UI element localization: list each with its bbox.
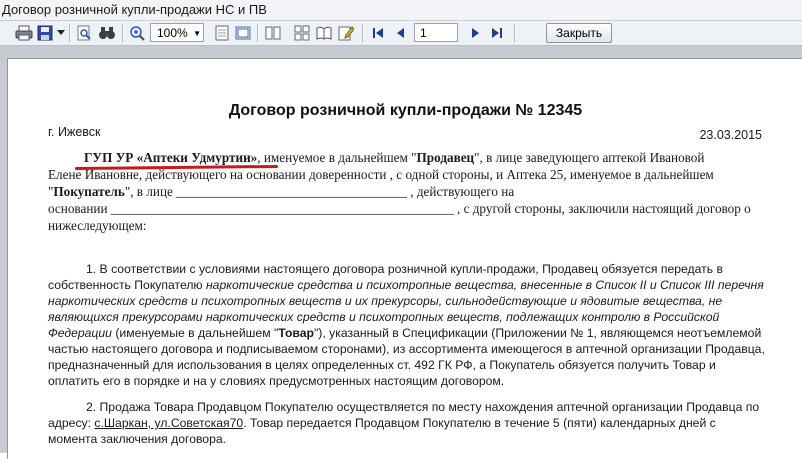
toolbar: 100% ▼ 1 Закрыть — [0, 21, 802, 46]
multi-page-icon[interactable] — [264, 24, 282, 42]
clause-2-line-2: адресу: с.Шаркан, ул.Советская70. Товар … — [48, 416, 716, 430]
find-icon[interactable] — [75, 24, 93, 42]
zoom-value: 100% — [157, 26, 188, 40]
intro-line-1: ГУП УР «Аптеки Удмуртии», именуемое в да… — [84, 150, 705, 165]
goods-term: Товар — [278, 326, 314, 340]
document-title: Договор розничной купли-продажи № 12345 — [228, 102, 583, 119]
book-icon[interactable] — [315, 24, 333, 42]
last-page-icon[interactable] — [490, 24, 504, 42]
address: с.Шаркан, ул.Советская70 — [94, 416, 244, 430]
page-number-input[interactable]: 1 — [414, 23, 458, 42]
document-date: 23.03.2015 — [699, 128, 762, 142]
clause-1-line-3: наркотических средств и психотропных вещ… — [48, 294, 723, 308]
clause-1-line-6: частью настоящего договора и подписываем… — [48, 342, 765, 356]
binoculars-icon[interactable] — [97, 24, 117, 42]
print-icon[interactable] — [14, 24, 34, 42]
dropdown-arrow-icon[interactable] — [56, 24, 66, 42]
seller-name: ГУП УР «Аптеки Удмуртии» — [84, 150, 258, 165]
clause-1-line-4: являющихся прекурсорами наркотических ср… — [48, 310, 720, 324]
intro-line-3: "Покупатель", в лице ___________________… — [48, 184, 515, 199]
preview-canvas: Договор розничной купли-продажи № 12345 … — [0, 46, 802, 459]
window-title: Договор розничной купли-продажи НС и ПВ — [2, 2, 267, 17]
seller-role: Продавец — [416, 150, 475, 165]
page-number-value: 1 — [420, 26, 427, 40]
intro-line-2: Елене Ивановне, действующего на основани… — [48, 167, 714, 182]
buyer-role: Покупатель — [53, 184, 125, 199]
two-pages-icon[interactable] — [234, 24, 252, 42]
clause-1-line-1: 1. В соответствии с условиями настоящего… — [86, 262, 723, 276]
zoom-select[interactable]: 100% ▼ — [150, 23, 204, 42]
pages-grid-icon[interactable] — [293, 24, 311, 42]
chevron-down-icon: ▼ — [193, 29, 201, 38]
close-button[interactable]: Закрыть — [546, 23, 612, 43]
next-page-icon[interactable] — [468, 24, 482, 42]
intro-line-5: нижеследующем: — [48, 218, 147, 233]
intro-line-4: основании ______________________________… — [48, 201, 751, 216]
document-page: Договор розничной купли-продажи № 12345 … — [7, 58, 802, 459]
prev-page-icon[interactable] — [394, 24, 408, 42]
save-icon[interactable] — [36, 24, 54, 42]
document-city: г. Ижевск — [48, 125, 101, 139]
clause-2-line-1: 2. Продажа Товара Продавцом Покупателю о… — [86, 400, 760, 414]
clause-1-line-2: собственность Покупателю наркотические с… — [48, 278, 764, 292]
first-page-icon[interactable] — [371, 24, 385, 42]
clause-1-line-7: предназначенный для использования в целя… — [48, 358, 716, 372]
zoom-in-icon[interactable] — [128, 24, 146, 42]
edit-icon[interactable] — [337, 24, 355, 42]
window-titlebar: Договор розничной купли-продажи НС и ПВ — [0, 0, 802, 21]
one-page-icon[interactable] — [213, 24, 231, 42]
clause-1-line-8: оплатить его в порядке и на у словиях пр… — [48, 374, 505, 388]
clause-1-line-5: Федерации (именуемые в дальнейшем "Товар… — [48, 326, 762, 340]
clause-2-line-3: момента заключения договора. — [48, 432, 227, 446]
